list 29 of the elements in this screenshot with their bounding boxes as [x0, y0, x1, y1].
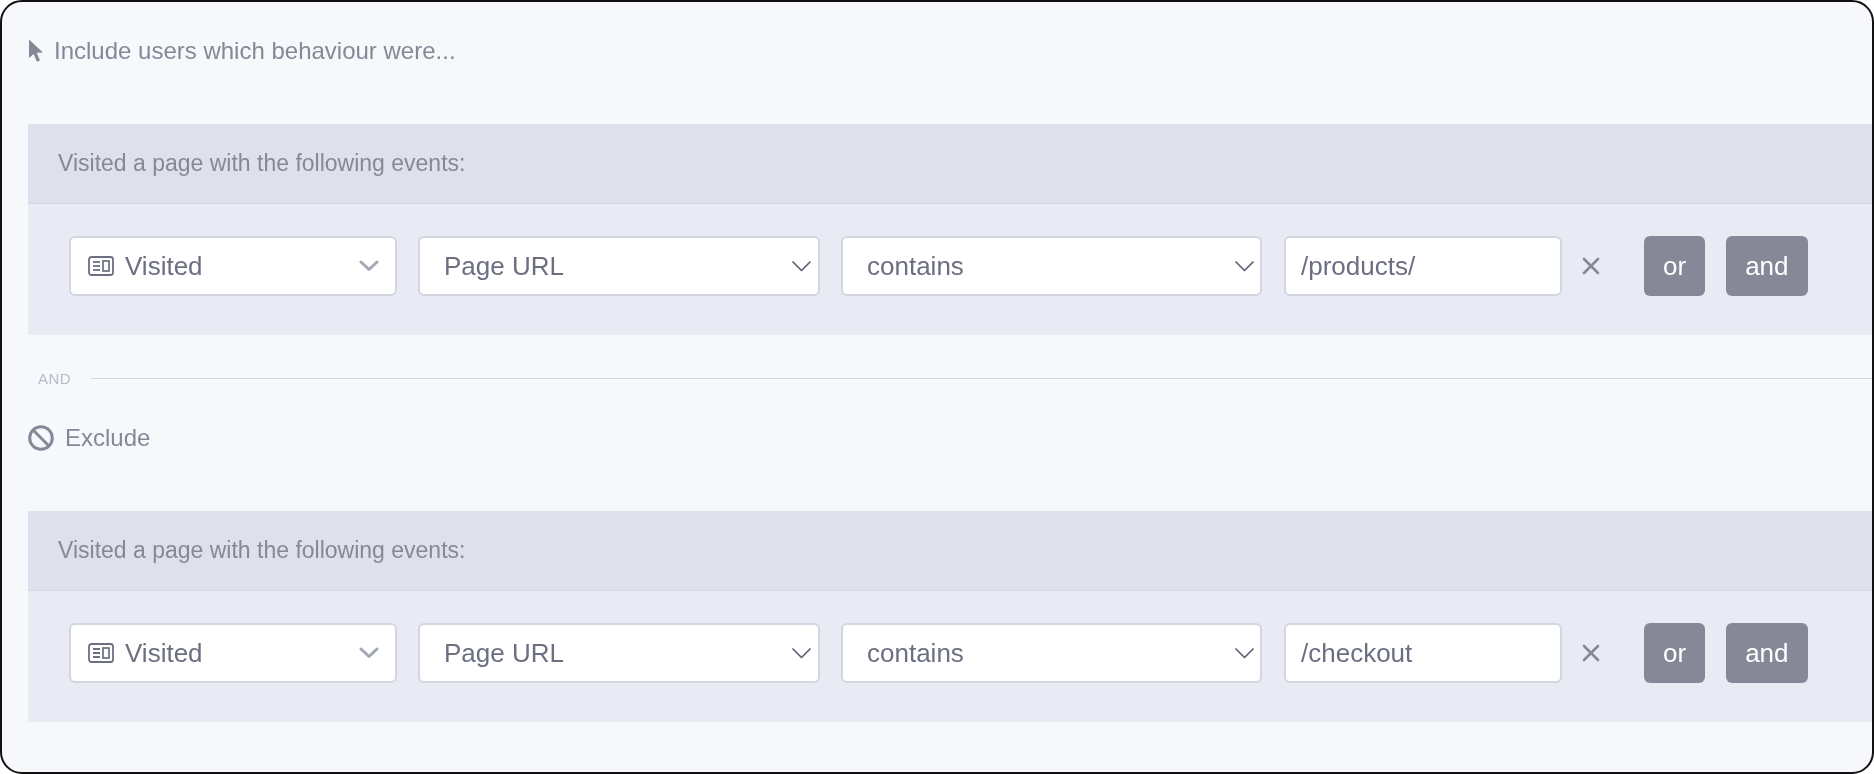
operator-select[interactable]: contains: [841, 623, 1262, 683]
property-select[interactable]: Page URL: [418, 623, 820, 683]
section-heading: Exclude: [65, 424, 151, 452]
newspaper-icon: [88, 643, 114, 663]
cursor-icon: [28, 39, 45, 63]
chevron-down-icon: [792, 647, 811, 659]
value-field[interactable]: /products/: [1284, 236, 1562, 296]
logic-button[interactable]: or: [1644, 623, 1706, 683]
event-select[interactable]: Visited: [69, 236, 397, 296]
logic-button[interactable]: or: [1644, 236, 1706, 296]
event-select[interactable]: Visited: [69, 623, 397, 683]
value-field[interactable]: /checkout: [1284, 623, 1562, 683]
chevron-down-icon: [359, 260, 379, 272]
section-heading: Include users which behaviour were...: [54, 37, 456, 65]
group-title: Visited a page with the following events:: [28, 511, 1872, 591]
chevron-down-icon: [359, 647, 379, 659]
chevron-down-icon: [792, 260, 811, 272]
logic-button[interactable]: and: [1726, 623, 1808, 683]
chevron-down-icon: [1235, 260, 1254, 272]
group-title: Visited a page with the following events:: [28, 124, 1872, 204]
logic-button[interactable]: and: [1726, 236, 1808, 296]
close-icon[interactable]: [1582, 257, 1600, 275]
operator-select[interactable]: contains: [841, 236, 1262, 296]
separator-label: AND: [38, 369, 72, 387]
property-select[interactable]: Page URL: [418, 236, 820, 296]
chevron-down-icon: [1235, 647, 1254, 659]
prohibited-icon: [28, 425, 54, 451]
newspaper-icon: [88, 256, 114, 276]
close-icon[interactable]: [1582, 644, 1600, 662]
